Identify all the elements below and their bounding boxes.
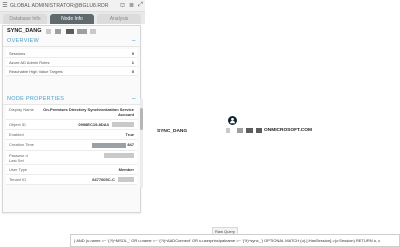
node-name: SYNC_DANG xyxy=(7,28,42,34)
hamburger-icon[interactable]: ☰ xyxy=(0,2,10,9)
row-value: 0 xyxy=(131,68,134,74)
raw-query-tab[interactable]: Raw Query xyxy=(212,227,238,234)
overview-row-high-value-targets[interactable]: Reachable High Value Targets 0 xyxy=(6,67,137,76)
redaction xyxy=(89,28,96,34)
prop-label: Display Name xyxy=(9,107,34,112)
row-value: 0 xyxy=(131,50,134,56)
redaction xyxy=(226,128,230,133)
redaction xyxy=(256,128,262,133)
redaction xyxy=(92,142,127,148)
redaction xyxy=(76,28,87,34)
prop-value: 847 xyxy=(35,142,134,148)
object-id-text: 0998EC19-8DA3 xyxy=(78,122,109,127)
prop-label: Enabled xyxy=(9,132,24,138)
graph-node-label[interactable]: SYNC_DANG xyxy=(157,129,187,134)
prop-value: 0998EC19-8DA3 xyxy=(35,122,134,128)
row-label: Reachable High Value Targets xyxy=(9,68,63,74)
top-bar: ☰ GLOBAL ADMINISTRATOR@BGLU8.RDR ⛫ ≣ ⤢ xyxy=(0,0,145,12)
expand-icon[interactable]: ⤢ xyxy=(136,2,145,9)
collapse-icon[interactable]: − xyxy=(132,96,136,103)
graph-user-node[interactable] xyxy=(228,116,237,125)
node-properties-section-header[interactable]: NODE PROPERTIES − xyxy=(3,94,140,105)
tab-database-info[interactable]: Database Info xyxy=(3,14,47,24)
node-properties-heading: NODE PROPERTIES xyxy=(7,96,65,102)
row-label: Sessions xyxy=(9,50,26,56)
node-name-title: SYNC_DANG xyxy=(3,26,140,36)
creation-time-text: 847 xyxy=(127,142,134,148)
node-info-panel: SYNC_DANG OVERVIEW − Sessions 0 Azure AD… xyxy=(2,25,141,213)
prop-label: Passwor d Last Set xyxy=(9,152,28,163)
user-title: GLOBAL ADMINISTRATOR@BGLU8.RDR xyxy=(10,2,109,9)
prop-label: User Type xyxy=(9,166,28,172)
tab-node-info[interactable]: Node Info xyxy=(50,14,94,24)
user-icon xyxy=(230,117,235,124)
redaction xyxy=(45,28,51,34)
row-value: 1 xyxy=(131,59,134,65)
prop-label: Creation Time xyxy=(9,142,34,148)
scrollbar-thumb[interactable] xyxy=(140,108,143,130)
tenant-id-text: 6477605C-C xyxy=(92,176,115,182)
prop-enabled: Enabled True xyxy=(6,130,137,141)
redaction xyxy=(112,122,134,128)
info-tabs: Database Info Node Info Analysis xyxy=(0,12,145,24)
database-icon[interactable]: ≣ xyxy=(127,2,136,9)
redaction xyxy=(246,128,253,133)
prop-value xyxy=(35,153,134,162)
raw-query-input[interactable]: ) AND (u.name =~ '(?i)^MSOL_' OR u.name … xyxy=(70,234,400,247)
prop-tenant-id: Tenant ID 6477605C-C xyxy=(6,174,137,186)
overview-row-admin-roles[interactable]: Azure AD Admin Roles 1 xyxy=(6,58,137,67)
prop-password-last-set: Passwor d Last Set xyxy=(6,150,137,165)
prop-value: Member xyxy=(118,166,134,172)
prop-display-name: Display Name On-Premises Directory Synch… xyxy=(6,105,137,120)
redaction xyxy=(65,28,74,34)
tenant-domain: ONMICROSOFT.COM xyxy=(264,128,312,133)
redaction xyxy=(54,28,61,34)
pin-icon[interactable]: ⛫ xyxy=(118,2,127,10)
tab-analysis[interactable]: Analysis xyxy=(97,14,141,24)
prop-value: True xyxy=(125,132,134,138)
redaction xyxy=(237,128,243,133)
collapse-icon[interactable]: − xyxy=(132,38,136,45)
prop-creation-time: Creation Time 847 xyxy=(6,140,137,151)
redaction xyxy=(118,177,134,183)
overview-section-header[interactable]: OVERVIEW − xyxy=(3,36,140,47)
overview-heading: OVERVIEW xyxy=(7,38,39,44)
row-label: Azure AD Admin Roles xyxy=(9,59,50,65)
bloodhound-ui: ☰ GLOBAL ADMINISTRATOR@BGLU8.RDR ⛫ ≣ ⤢ D… xyxy=(0,0,400,247)
prop-value: 6477605C-C xyxy=(35,176,134,183)
redaction xyxy=(104,153,134,159)
graph-tenant-label[interactable]: ONMICROSOFT.COM xyxy=(226,128,312,133)
prop-user-type: User Type Member xyxy=(6,164,137,175)
overview-row-sessions[interactable]: Sessions 0 xyxy=(6,49,137,58)
prop-value: On-Premises Directory Synchronization Se… xyxy=(43,107,134,117)
panel-scrollbar[interactable] xyxy=(140,98,143,188)
prop-label: Tenant ID xyxy=(9,176,27,182)
prop-label: Object ID xyxy=(9,122,26,127)
prop-object-id: Object ID 0998EC19-8DA3 xyxy=(6,120,137,131)
